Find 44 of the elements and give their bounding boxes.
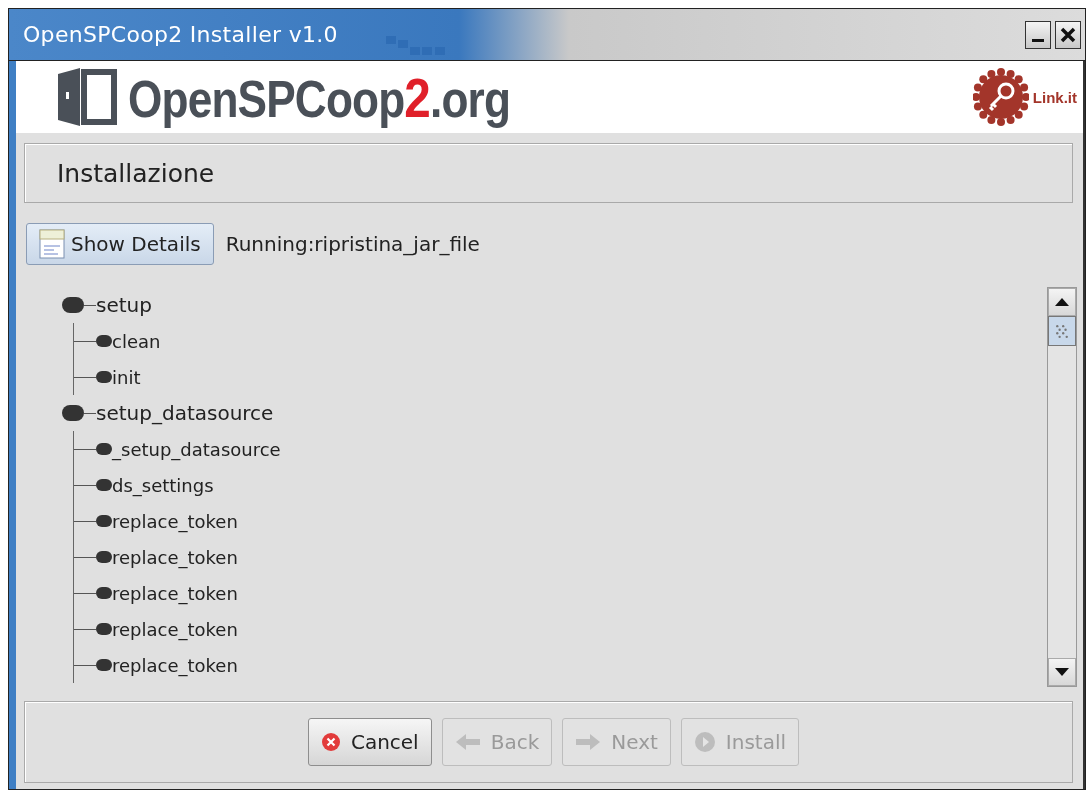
node-bullet-icon [96, 335, 112, 347]
tree-item[interactable]: replace_token [112, 582, 238, 604]
node-bullet-icon [96, 659, 112, 671]
up-arrow-icon [1055, 298, 1069, 306]
status-text: Running:ripristina_jar_file [225, 232, 480, 256]
brand-name: Link.it [1032, 88, 1077, 106]
tree-item[interactable]: _setup_datasource [112, 438, 281, 460]
door-icon [56, 66, 118, 128]
tree-item[interactable]: setup [96, 293, 152, 317]
window-title: OpenSPCoop2 Installer v1.0 [22, 22, 338, 47]
node-bullet-icon [96, 551, 112, 563]
tree-item[interactable]: replace_token [112, 618, 238, 640]
cancel-button[interactable]: Cancel [307, 718, 432, 766]
play-icon [693, 731, 716, 753]
right-arrow-icon [575, 732, 602, 752]
tree-item[interactable]: clean [112, 330, 161, 352]
node-bullet-icon [62, 405, 84, 421]
tree-item[interactable]: init [112, 366, 141, 388]
tree-item[interactable]: setup_datasource [96, 401, 274, 425]
tree-item[interactable]: replace_token [112, 510, 238, 532]
scrollbar[interactable] [1047, 287, 1077, 687]
tree-item[interactable]: replace_token [112, 546, 238, 568]
minimize-button[interactable] [1025, 20, 1051, 49]
close-button[interactable] [1055, 20, 1081, 49]
step-title: Installazione [57, 158, 215, 188]
node-bullet-icon [96, 371, 112, 383]
minimize-icon [1032, 39, 1044, 42]
logo-text: OpenSPCoop2.org [128, 64, 511, 130]
node-bullet-icon [96, 443, 112, 455]
grip-icon [1056, 324, 1068, 338]
node-bullet-icon [96, 515, 112, 527]
gear-key-icon [972, 67, 1029, 127]
cancel-icon [320, 732, 341, 752]
left-arrow-icon [454, 732, 481, 752]
down-arrow-icon [1055, 668, 1069, 676]
tree-item[interactable]: ds_settings [112, 474, 214, 496]
node-bullet-icon [62, 297, 84, 313]
show-details-button[interactable]: Show Details [26, 223, 214, 265]
close-icon [1060, 26, 1076, 43]
node-bullet-icon [96, 623, 112, 635]
tree-item[interactable]: replace_token [112, 654, 238, 676]
node-bullet-icon [96, 587, 112, 599]
node-bullet-icon [96, 479, 112, 491]
document-icon [39, 229, 65, 259]
